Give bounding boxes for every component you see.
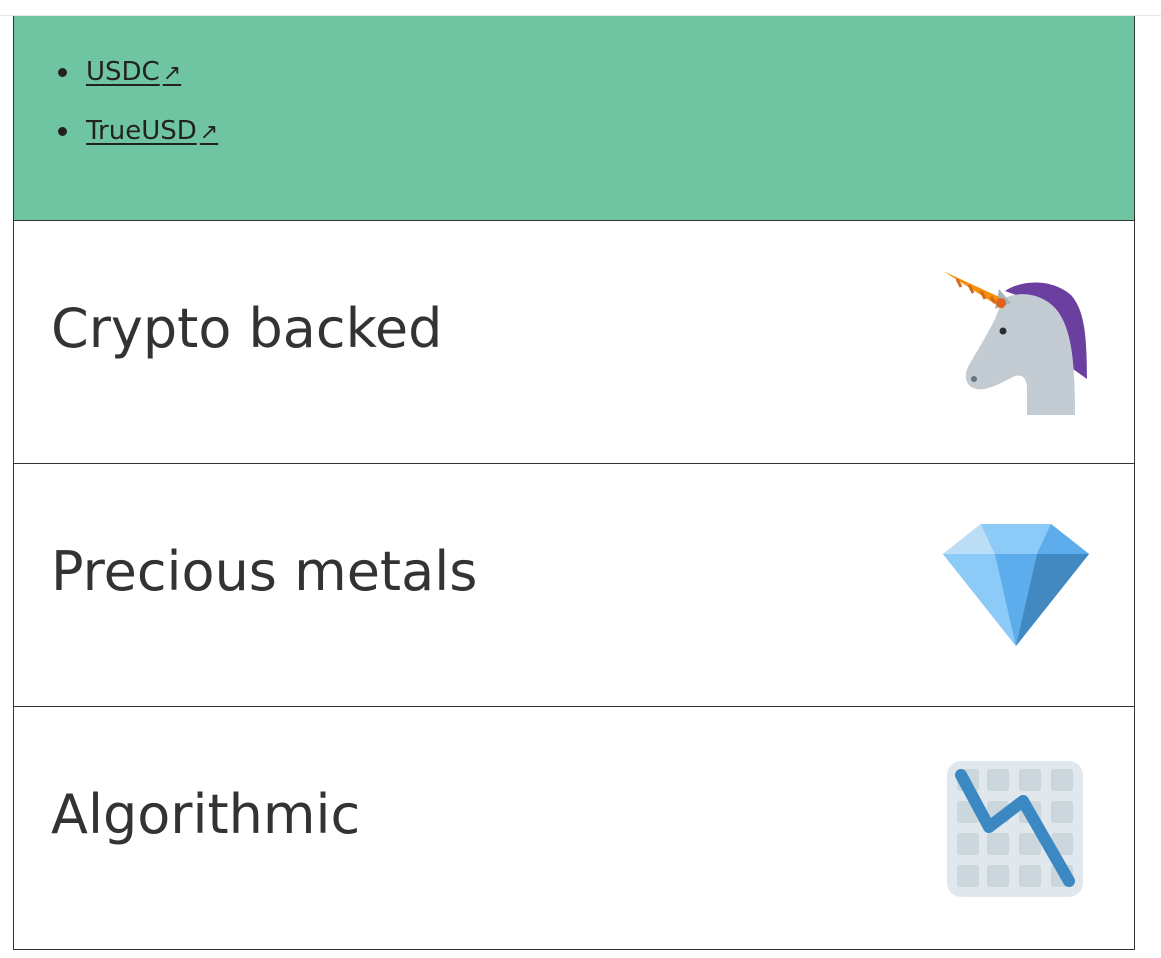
chart-decreasing-icon bbox=[947, 761, 1083, 897]
top-strip bbox=[0, 0, 1161, 16]
gem-icon bbox=[943, 524, 1089, 646]
card-title: Algorithmic bbox=[51, 783, 361, 846]
stablecoin-types: USDC ↗ TrueUSD ↗ Crypto backed Precious … bbox=[13, 16, 1135, 950]
unicorn-icon bbox=[943, 271, 1087, 415]
crypto-backed-card[interactable]: Crypto backed bbox=[13, 221, 1135, 464]
trueusd-link[interactable]: TrueUSD ↗ bbox=[86, 113, 218, 151]
link-label: TrueUSD bbox=[86, 116, 197, 146]
link-label: USDC bbox=[86, 57, 160, 87]
fiat-backed-panel: USDC ↗ TrueUSD ↗ bbox=[13, 16, 1135, 221]
card-title: Crypto backed bbox=[51, 297, 443, 360]
usdc-link[interactable]: USDC ↗ bbox=[86, 54, 181, 92]
bullet-icon bbox=[58, 127, 67, 136]
external-link-icon: ↗ bbox=[199, 120, 219, 145]
card-title: Precious metals bbox=[51, 540, 478, 603]
external-link-icon: ↗ bbox=[162, 61, 182, 86]
precious-metals-card[interactable]: Precious metals bbox=[13, 464, 1135, 707]
bullet-icon bbox=[58, 68, 67, 77]
algorithmic-card[interactable]: Algorithmic bbox=[13, 707, 1135, 950]
